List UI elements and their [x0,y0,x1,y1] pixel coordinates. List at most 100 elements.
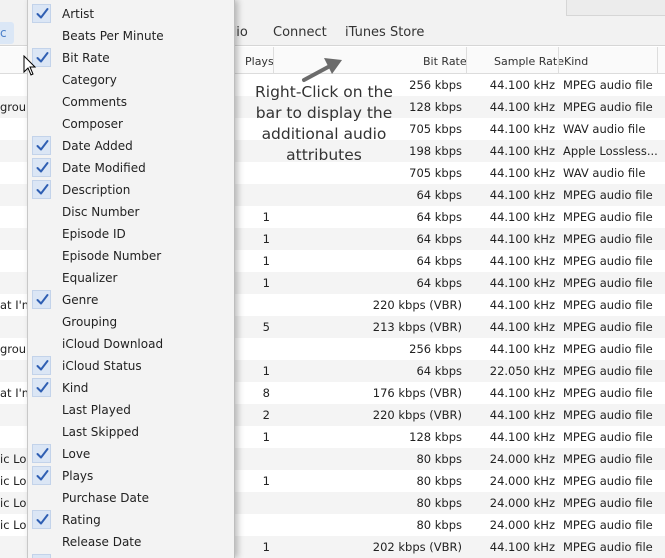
cell-bit-rate: 213 kbps (VBR) [372,320,462,334]
search-box[interactable] [566,0,665,16]
menu-item-label: Purchase Date [62,491,149,505]
menu-item-icloud-download[interactable]: iCloud Download [28,332,234,354]
menu-item-date-added[interactable]: Date Added [28,134,234,156]
cell-sample-rate: 44.100 kHz [489,298,555,312]
menu-item-label: Category [62,73,117,87]
cell-bit-rate: 80 kbps [416,496,462,510]
cell-bit-rate: 176 kbps (VBR) [372,386,462,400]
menu-item-description[interactable]: Description [28,178,234,200]
cell-name: ic Lo [0,518,27,532]
menu-item-release-date[interactable]: Release Date [28,530,234,552]
menu-item-love[interactable]: Love [28,442,234,464]
menu-item-label: Episode ID [62,227,126,241]
cell-bit-rate: 80 kbps [416,452,462,466]
menu-item-comments[interactable]: Comments [28,90,234,112]
column-context-menu: Artist Beats Per Minute Bit Rate Category Co… [27,0,235,558]
checkmark-icon [32,466,51,485]
menu-item-last-played[interactable]: Last Played [28,398,234,420]
cell-kind: WAV audio file [563,166,646,180]
cell-bit-rate: 64 kbps [416,188,462,202]
cell-kind: MPEG audio file [563,496,653,510]
menu-item-last-skipped[interactable]: Last Skipped [28,420,234,442]
cell-kind: MPEG audio file [563,342,653,356]
column-header-sample-rate[interactable]: Sample Rate [494,55,564,68]
nav-selected-tab-label: c [0,26,7,40]
checkmark-icon [32,444,51,463]
menu-item-label: Plays [62,469,94,483]
cell-kind: MPEG audio file [563,320,653,334]
menu-item-episode-number[interactable]: Episode Number [28,244,234,266]
menu-item-bit-rate[interactable]: Bit Rate [28,46,234,68]
cell-sample-rate: 44.100 kHz [489,320,555,334]
menu-item-grouping[interactable]: Grouping [28,310,234,332]
menu-item-equalizer[interactable]: Equalizer [28,266,234,288]
menu-item-label: Love [62,447,91,461]
menu-item-label: Disc Number [62,205,140,219]
cell-name: ic Lo [0,452,27,466]
column-divider[interactable] [558,47,559,74]
cell-sample-rate: 24.000 kHz [489,518,555,532]
menu-item-category[interactable]: Category [28,68,234,90]
menu-item-disc-number[interactable]: Disc Number [28,200,234,222]
cell-sample-rate: 44.100 kHz [489,408,555,422]
cell-kind: MPEG audio file [563,298,653,312]
cell-name: ic Lo [0,474,27,488]
column-divider[interactable] [273,47,274,74]
column-header-plays[interactable]: Plays [245,55,274,68]
menu-item-rating[interactable]: Rating [28,508,234,530]
cell-plays: 8 [262,386,270,400]
cell-name: grou [0,100,27,114]
menu-item-purchase-date[interactable]: Purchase Date [28,486,234,508]
cell-kind: MPEG audio file [563,452,653,466]
menu-item-artist[interactable]: Artist [28,2,234,24]
checkmark-icon [32,4,51,23]
menu-item-label: Kind [62,381,89,395]
cell-sample-rate: 24.000 kHz [489,496,555,510]
menu-item-label: Beats Per Minute [62,29,164,43]
cell-sample-rate: 44.100 kHz [489,254,555,268]
menu-item-label: Bit Rate [62,51,110,65]
cell-kind: MPEG audio file [563,100,653,114]
cell-sample-rate: 22.050 kHz [489,364,555,378]
cell-sample-rate: 44.100 kHz [489,144,555,158]
cell-kind: MPEG audio file [563,188,653,202]
cell-kind: MPEG audio file [563,540,653,554]
cell-name: grou [0,342,27,356]
cell-sample-rate: 44.100 kHz [489,276,555,290]
menu-item-composer[interactable]: Composer [28,112,234,134]
cell-sample-rate: 44.100 kHz [489,540,555,554]
menu-item-label: Artist [62,7,95,21]
cell-plays: 1 [262,474,270,488]
cell-bit-rate: 705 kbps [409,166,462,180]
menu-item-beats-per-minute[interactable]: Beats Per Minute [28,24,234,46]
column-divider[interactable] [466,47,467,74]
cell-bit-rate: 128 kbps [409,430,462,444]
annotation-arrow-icon [302,58,342,82]
nav-item-connect[interactable]: Connect [273,25,327,40]
menu-item-label: Genre [62,293,99,307]
cell-sample-rate: 24.000 kHz [489,474,555,488]
menu-item-genre[interactable]: Genre [28,288,234,310]
cell-name: ic Lo [0,496,27,510]
column-header-bit-rate[interactable]: Bit Rate [423,55,467,68]
cell-kind: MPEG audio file [563,276,653,290]
nav-item-itunes-store[interactable]: iTunes Store [345,25,424,40]
checkmark-icon [32,290,51,309]
menu-item-date-modified[interactable]: Date Modified [28,156,234,178]
cell-sample-rate: 44.100 kHz [489,342,555,356]
menu-item-label: iCloud Status [62,359,142,373]
menu-item-label: Composer [62,117,123,131]
column-divider[interactable] [657,47,658,74]
menu-partial-item [32,554,51,558]
menu-item-kind[interactable]: Kind [28,376,234,398]
checkmark-icon [32,158,51,177]
cell-plays: 2 [262,408,270,422]
menu-item-plays[interactable]: Plays [28,464,234,486]
cell-bit-rate: 64 kbps [416,232,462,246]
cell-kind: MPEG audio file [563,430,653,444]
menu-item-label: Grouping [62,315,118,329]
menu-item-icloud-status[interactable]: iCloud Status [28,354,234,376]
menu-item-label: Last Played [62,403,131,417]
column-header-kind[interactable]: Kind [564,55,588,68]
menu-item-episode-id[interactable]: Episode ID [28,222,234,244]
